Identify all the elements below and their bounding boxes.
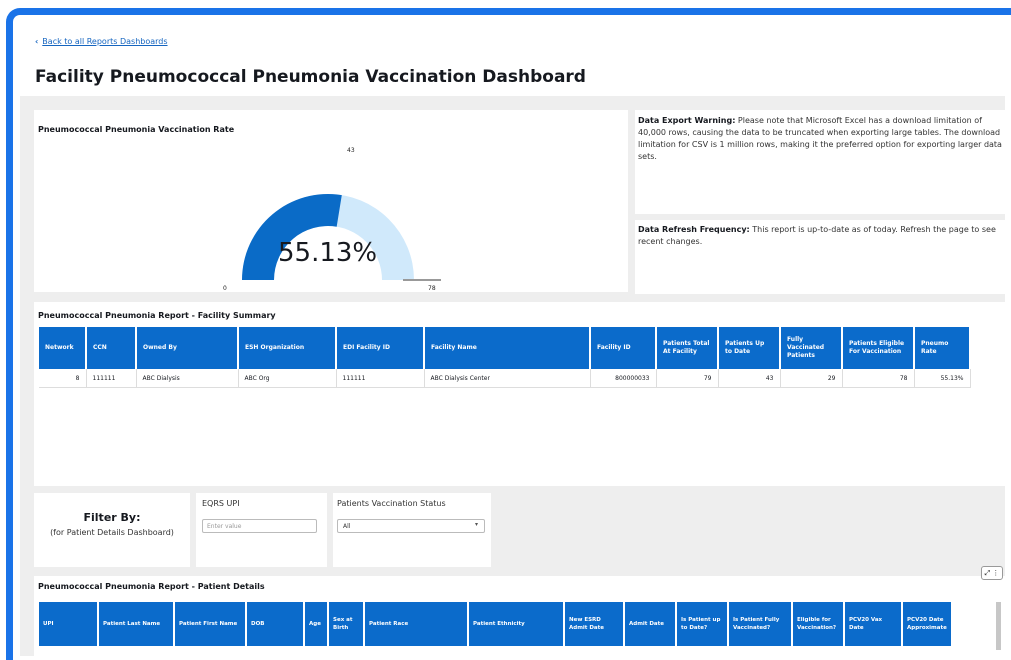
cell-facility-name: ABC Dialysis Center	[424, 369, 591, 388]
col-pcv20-date-approximate[interactable]: PCV20 Date Approximate	[902, 602, 953, 646]
filter-by-heading: Filter By:	[83, 511, 141, 524]
chevron-down-icon: ▾	[474, 521, 478, 528]
gauge-value-label: 43	[347, 147, 355, 154]
refresh-frequency-title: Data Refresh Frequency:	[638, 225, 750, 234]
eqrs-upi-filter-panel: EQRS UPI	[196, 493, 327, 567]
col-admit-date[interactable]: Admit Date	[624, 602, 677, 646]
col-upi[interactable]: UPI	[39, 602, 99, 646]
details-header-row: UPI Patient Last Name Patient First Name…	[39, 602, 953, 646]
cell-patients-up-to-date: 43	[718, 369, 781, 388]
facility-summary-table: Network CCN Owned By ESH Organization ED…	[39, 327, 971, 388]
col-patient-last-name[interactable]: Patient Last Name	[98, 602, 175, 646]
cell-pneumo-rate: 55.13%	[914, 369, 971, 388]
col-eligible-for-vaccination[interactable]: Eligible for Vaccination?	[792, 602, 845, 646]
col-is-patient-up-to-date[interactable]: Is Patient up to Date?	[676, 602, 729, 646]
cell-network: 8	[39, 369, 87, 388]
col-new-esrd-admit-date[interactable]: New ESRD Admit Date	[564, 602, 625, 646]
cell-esh-organization: ABC Org	[238, 369, 337, 388]
cell-ccn: 111111	[86, 369, 137, 388]
back-link-label: Back to all Reports Dashboards	[42, 37, 168, 46]
dashboard-canvas: Pneumococcal Pneumonia Vaccination Rate …	[20, 96, 1005, 656]
vaccination-status-value: All	[343, 523, 351, 530]
col-fully-vaccinated[interactable]: Fully Vaccinated Patients	[780, 327, 843, 369]
col-patients-eligible[interactable]: Patients Eligible For Vaccination	[842, 327, 915, 369]
horizontal-scroll-indicator[interactable]	[996, 602, 1001, 650]
cell-patients-eligible: 78	[842, 369, 915, 388]
patient-details-table: UPI Patient Last Name Patient First Name…	[39, 602, 953, 646]
col-age[interactable]: Age	[304, 602, 329, 646]
col-facility-id[interactable]: Facility ID	[590, 327, 657, 369]
col-ccn[interactable]: CCN	[86, 327, 137, 369]
expand-visual-button[interactable]: ⤢ ⋮	[981, 566, 1003, 580]
vaccination-status-filter-panel: Patients Vaccination Status All ▾	[333, 493, 491, 567]
refresh-frequency-text: Data Refresh Frequency: This report is u…	[638, 224, 1002, 248]
col-facility-name[interactable]: Facility Name	[424, 327, 591, 369]
col-sex-at-birth[interactable]: Sex at Birth	[328, 602, 365, 646]
export-warning-text: Data Export Warning: Please note that Mi…	[638, 115, 1002, 163]
col-network[interactable]: Network	[39, 327, 87, 369]
chevron-left-icon: ‹	[35, 37, 39, 46]
col-pcv20-vax-date[interactable]: PCV20 Vax Date	[844, 602, 903, 646]
eqrs-upi-label: EQRS UPI	[202, 499, 240, 508]
export-warning-title: Data Export Warning:	[638, 116, 736, 125]
col-patients-up-to-date[interactable]: Patients Up to Date	[718, 327, 781, 369]
patient-details-title: Pneumococcal Pneumonia Report - Patient …	[38, 582, 265, 591]
col-patient-first-name[interactable]: Patient First Name	[174, 602, 247, 646]
gauge-max-label: 78	[428, 285, 436, 292]
col-dob[interactable]: DOB	[246, 602, 305, 646]
patient-details-panel: Pneumococcal Pneumonia Report - Patient …	[34, 576, 1005, 656]
vaccination-rate-panel: Pneumococcal Pneumonia Vaccination Rate …	[34, 110, 628, 292]
summary-header-row: Network CCN Owned By ESH Organization ED…	[39, 327, 971, 369]
cell-fully-vaccinated: 29	[780, 369, 843, 388]
eqrs-upi-input[interactable]	[202, 519, 317, 533]
refresh-frequency-panel: Data Refresh Frequency: This report is u…	[635, 220, 1005, 294]
cell-owned-by: ABC Dialysis	[136, 369, 239, 388]
cell-patients-total: 79	[656, 369, 719, 388]
vaccination-status-label: Patients Vaccination Status	[337, 499, 446, 508]
facility-summary-panel: Pneumococcal Pneumonia Report - Facility…	[34, 302, 1005, 486]
col-patients-total[interactable]: Patients Total At Facility	[656, 327, 719, 369]
filter-by-subheading: (for Patient Details Dashboard)	[50, 528, 174, 537]
col-is-patient-fully-vaccinated[interactable]: Is Patient Fully Vaccinated?	[728, 602, 793, 646]
vaccination-status-select[interactable]: All ▾	[337, 519, 485, 533]
col-pneumo-rate[interactable]: Pneumo Rate	[914, 327, 971, 369]
gauge-min-label: 0	[223, 285, 227, 292]
gauge-percent: 55.13%	[278, 238, 378, 268]
col-patient-ethnicity[interactable]: Patient Ethnicity	[468, 602, 565, 646]
page-title: Facility Pneumococcal Pneumonia Vaccinat…	[35, 67, 586, 87]
table-row[interactable]: 8 111111 ABC Dialysis ABC Org 111111 ABC…	[39, 369, 971, 388]
col-esh-organization[interactable]: ESH Organization	[238, 327, 337, 369]
back-to-reports-link[interactable]: ‹ Back to all Reports Dashboards	[35, 37, 168, 46]
col-edi-facility-id[interactable]: EDI Facility ID	[336, 327, 425, 369]
cell-edi-facility-id: 111111	[336, 369, 425, 388]
col-owned-by[interactable]: Owned By	[136, 327, 239, 369]
cell-facility-id: 800000033	[590, 369, 657, 388]
col-patient-race[interactable]: Patient Race	[364, 602, 469, 646]
facility-summary-title: Pneumococcal Pneumonia Report - Facility…	[38, 311, 276, 320]
export-warning-panel: Data Export Warning: Please note that Mi…	[635, 110, 1005, 214]
filter-by-panel: Filter By: (for Patient Details Dashboar…	[34, 493, 190, 567]
